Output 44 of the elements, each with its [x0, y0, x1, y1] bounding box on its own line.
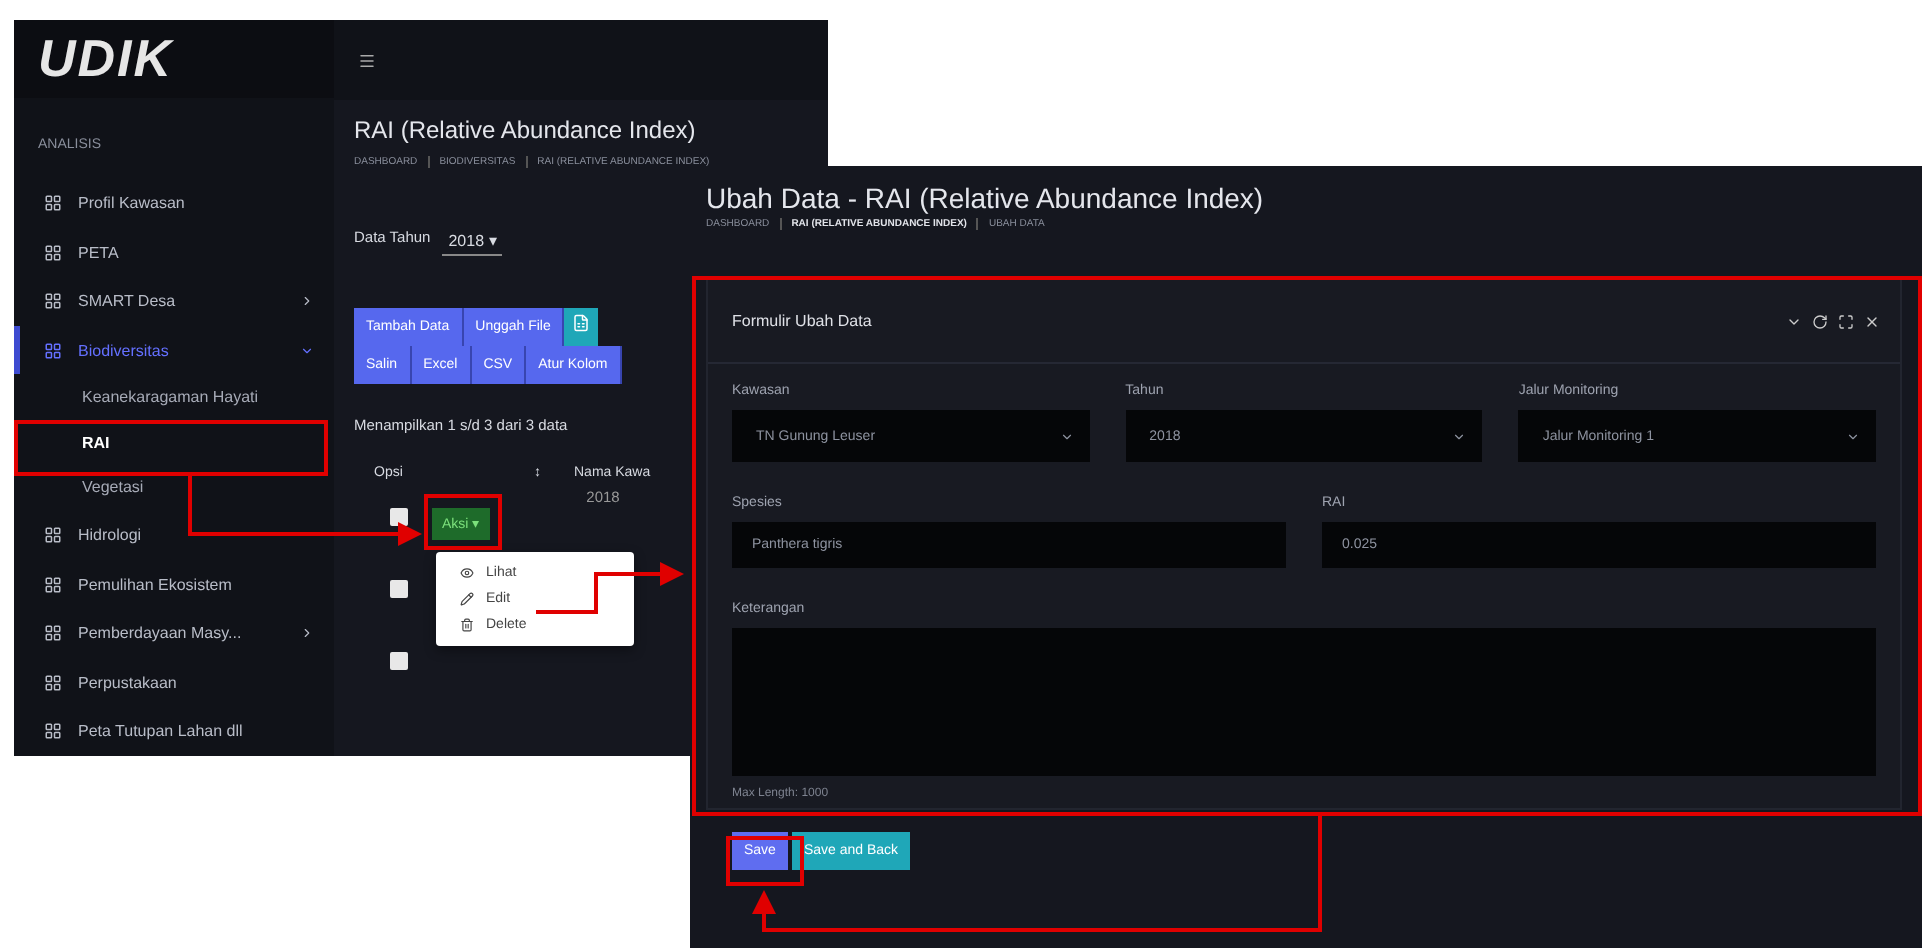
- expand-icon[interactable]: [1838, 313, 1854, 329]
- grid-icon: [44, 673, 62, 692]
- sidebar-item[interactable]: Pemberdayaan Masy...: [14, 608, 334, 658]
- sidebar-subitem[interactable]: RAI: [14, 420, 334, 466]
- sidebar-item[interactable]: Hidrologi: [14, 510, 334, 560]
- notes-field[interactable]: [732, 628, 1876, 776]
- grid-icon: [44, 575, 62, 594]
- chevron-icon: [1059, 429, 1074, 443]
- chevron-icon: [1846, 429, 1860, 443]
- spreadsheet-button[interactable]: [564, 308, 599, 346]
- sidebar-item[interactable]: Pemulihan Ekosistem: [14, 559, 334, 609]
- eye-icon: [460, 566, 474, 580]
- grid-icon: [44, 243, 62, 262]
- row-checkbox[interactable]: [390, 579, 408, 597]
- spreadsheet-icon: [572, 314, 591, 332]
- page-title: RAI (Relative Abundance Index): [354, 116, 698, 144]
- row-checkbox[interactable]: [390, 651, 408, 669]
- menu-icon[interactable]: [358, 51, 376, 69]
- highlight-frame: [726, 836, 804, 886]
- sidebar-item[interactable]: Biodiversitas: [14, 325, 334, 375]
- grid-icon: [44, 194, 62, 213]
- grid-icon: [44, 722, 62, 741]
- sidebar-item[interactable]: SMART Desa: [14, 276, 334, 326]
- card-title: Formulir Ubah Data: [732, 312, 872, 330]
- sidebar-item[interactable]: Peta Tutupan Lahan dll: [14, 706, 334, 756]
- row-checkbox[interactable]: [390, 507, 408, 525]
- grid-icon: [44, 526, 62, 545]
- pencil-icon: [460, 592, 474, 606]
- chevron-icon: [1452, 429, 1467, 443]
- highlight-frame: [424, 494, 502, 550]
- sidebar-item[interactable]: Perpustakaan: [14, 657, 334, 707]
- logo: UDIK: [14, 20, 334, 99]
- close-icon[interactable]: [1864, 313, 1880, 329]
- grid-icon: [44, 292, 62, 311]
- grid-icon: [44, 624, 62, 643]
- refresh-icon[interactable]: [1812, 313, 1828, 329]
- sidebar-subitem[interactable]: Vegetasi: [14, 465, 334, 511]
- trash-icon: [460, 618, 474, 632]
- page-title: Ubah Data - RAI (Relative Abundance Index): [706, 182, 1266, 214]
- sidebar-item[interactable]: Profil Kawasan: [14, 178, 334, 228]
- sidebar-item[interactable]: PETA: [14, 227, 334, 277]
- sidebar-subitem[interactable]: Keanekaragaman Hayati: [14, 374, 334, 421]
- year-select[interactable]: 2018 ▾: [442, 228, 503, 256]
- grid-icon: [44, 341, 62, 360]
